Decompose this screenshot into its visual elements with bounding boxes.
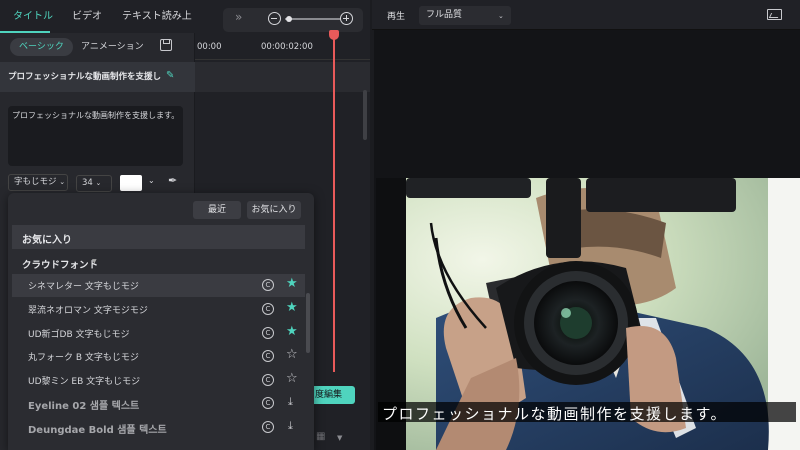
star-outline-icon[interactable]: ☆ — [286, 347, 298, 362]
chevron-down-icon[interactable]: ▼ — [337, 434, 342, 442]
save-preset-icon[interactable] — [160, 39, 172, 51]
timecode-label: 00:00 — [197, 42, 222, 52]
font-list-item[interactable]: Eyeline 02 샘플 텍스트 C ⤓ — [12, 392, 305, 415]
zoom-in-icon[interactable] — [340, 12, 353, 25]
recent-fonts-button[interactable]: 最近 — [193, 201, 241, 219]
zoom-out-icon[interactable] — [268, 12, 281, 25]
tab-text-to-speech[interactable]: テキスト読み上 — [122, 0, 195, 33]
font-size-select[interactable]: 34 ⌄ — [76, 175, 112, 192]
star-filled-icon[interactable]: ★ — [286, 324, 298, 339]
play-label[interactable]: 再生 — [387, 9, 405, 22]
tab-video[interactable]: ビデオ — [72, 0, 102, 33]
font-list-item[interactable]: UD黎ミン EB 文字もじモジ C ☆ — [12, 369, 305, 392]
edit-button[interactable]: 度編集 — [311, 386, 355, 404]
preview-panel: 再生 フル品質 ⌄ プロフェッショナルな動画制作を支援します。 — [372, 0, 800, 450]
font-name: Deungdae Bold 샘플 텍스트 — [28, 425, 167, 436]
chevron-down-icon[interactable]: ▼ — [92, 258, 97, 265]
font-color-swatch[interactable] — [120, 175, 142, 191]
font-name: UD黎ミン EB 文字もじモジ — [28, 377, 141, 387]
dropdown-scrollbar[interactable] — [306, 293, 310, 353]
font-list-item[interactable]: Deungdae Bold 샘플 텍스트 C ⤓ — [12, 416, 305, 439]
font-name: UD新ゴDB 文字もじモジ — [28, 330, 130, 340]
font-dropdown: 最近 お気に入り お気に入り クラウドフォント ▼ シネマレター 文字もじモジ … — [8, 193, 314, 450]
quality-value: フル品質 — [426, 10, 463, 20]
copyright-icon[interactable]: C — [262, 303, 274, 315]
download-icon[interactable]: ⤓ — [288, 395, 293, 409]
title-text-input[interactable]: プロフェッショナルな動画制作を支援します。 — [8, 106, 183, 166]
playhead-handle[interactable] — [329, 30, 339, 40]
zoom-slider-track[interactable] — [285, 18, 340, 20]
favorites-header: お気に入り — [22, 235, 72, 246]
title-row-text: プロフェッショナルな動画制作を支援し — [8, 72, 162, 82]
favorite-fonts-button[interactable]: お気に入り — [247, 201, 301, 219]
subtab-animation[interactable]: アニメーション — [72, 38, 153, 56]
chevron-down-icon: ⌄ — [59, 178, 66, 186]
cloud-fonts-header[interactable]: クラウドフォント — [22, 257, 98, 271]
snapshot-icon[interactable] — [767, 9, 782, 20]
star-filled-icon[interactable]: ★ — [286, 300, 298, 315]
font-name: Eyeline 02 샘플 텍스트 — [28, 401, 140, 412]
font-name: 丸フォーク B 文字もじモジ — [28, 353, 139, 363]
favorites-section[interactable]: お気に入り — [12, 225, 305, 249]
font-family-value: 字もじモジ — [14, 177, 57, 187]
font-name: シネマレター 文字もじモジ — [28, 282, 139, 292]
grid-icon[interactable]: ▦ — [316, 431, 325, 442]
font-family-select[interactable]: 字もじモジ ⌄ — [8, 174, 68, 191]
playhead-line[interactable] — [333, 32, 335, 372]
copyright-icon[interactable]: C — [262, 327, 274, 339]
tab-bar: タイトル ビデオ テキスト読み上 — [0, 0, 195, 33]
download-icon[interactable]: ⤓ — [288, 419, 293, 433]
app-window: タイトル ビデオ テキスト読み上 ベーシック アニメーション プロフェッショナル… — [0, 0, 800, 450]
copyright-icon[interactable]: C — [262, 421, 274, 433]
tab-title[interactable]: タイトル — [13, 0, 53, 33]
timecode-label: 00:00:02:00 — [261, 42, 313, 52]
font-list-item[interactable]: 翠流ネオロマン 文字モジモジ C ★ — [12, 298, 305, 321]
video-caption: プロフェッショナルな動画制作を支援します。 — [378, 402, 796, 423]
title-text-value: プロフェッショナルな動画制作を支援します。 — [12, 111, 180, 120]
caption-text: プロフェッショナルな動画制作を支援します。 — [382, 405, 728, 423]
star-outline-icon[interactable]: ☆ — [286, 371, 298, 386]
font-list-item[interactable]: 丸フォーク B 文字もじモジ C ☆ — [12, 345, 305, 368]
copyright-icon[interactable]: C — [262, 374, 274, 386]
zoom-slider-knob[interactable] — [286, 15, 292, 22]
expand-chevrons-icon[interactable]: » — [235, 10, 242, 24]
font-list-item[interactable]: UD新ゴDB 文字もじモジ C ★ — [12, 322, 305, 345]
subtab-basic[interactable]: ベーシック — [10, 38, 73, 56]
font-list-item[interactable]: シネマレター 文字もじモジ C ★ — [12, 274, 305, 297]
color-chevron-down-icon[interactable]: ⌄ — [148, 176, 155, 185]
ai-pen-icon[interactable]: ✎ — [166, 70, 174, 81]
title-row[interactable]: プロフェッショナルな動画制作を支援し ✎ — [0, 62, 195, 92]
copyright-icon[interactable]: C — [262, 279, 274, 291]
copyright-icon[interactable]: C — [262, 397, 274, 409]
font-name: 翠流ネオロマン 文字モジモジ — [28, 306, 148, 316]
timeline-scrollbar[interactable] — [363, 90, 367, 140]
font-size-value: 34 — [82, 178, 93, 188]
eyedropper-icon[interactable]: ✒ — [168, 174, 177, 187]
chevron-down-icon[interactable]: ⌄ — [498, 12, 504, 20]
copyright-icon[interactable]: C — [262, 350, 274, 362]
star-filled-icon[interactable]: ★ — [286, 276, 298, 291]
chevron-down-icon: ⌄ — [95, 179, 102, 187]
preview-toolbar: 再生 フル品質 ⌄ — [372, 0, 800, 30]
timeline-track[interactable] — [195, 62, 370, 92]
